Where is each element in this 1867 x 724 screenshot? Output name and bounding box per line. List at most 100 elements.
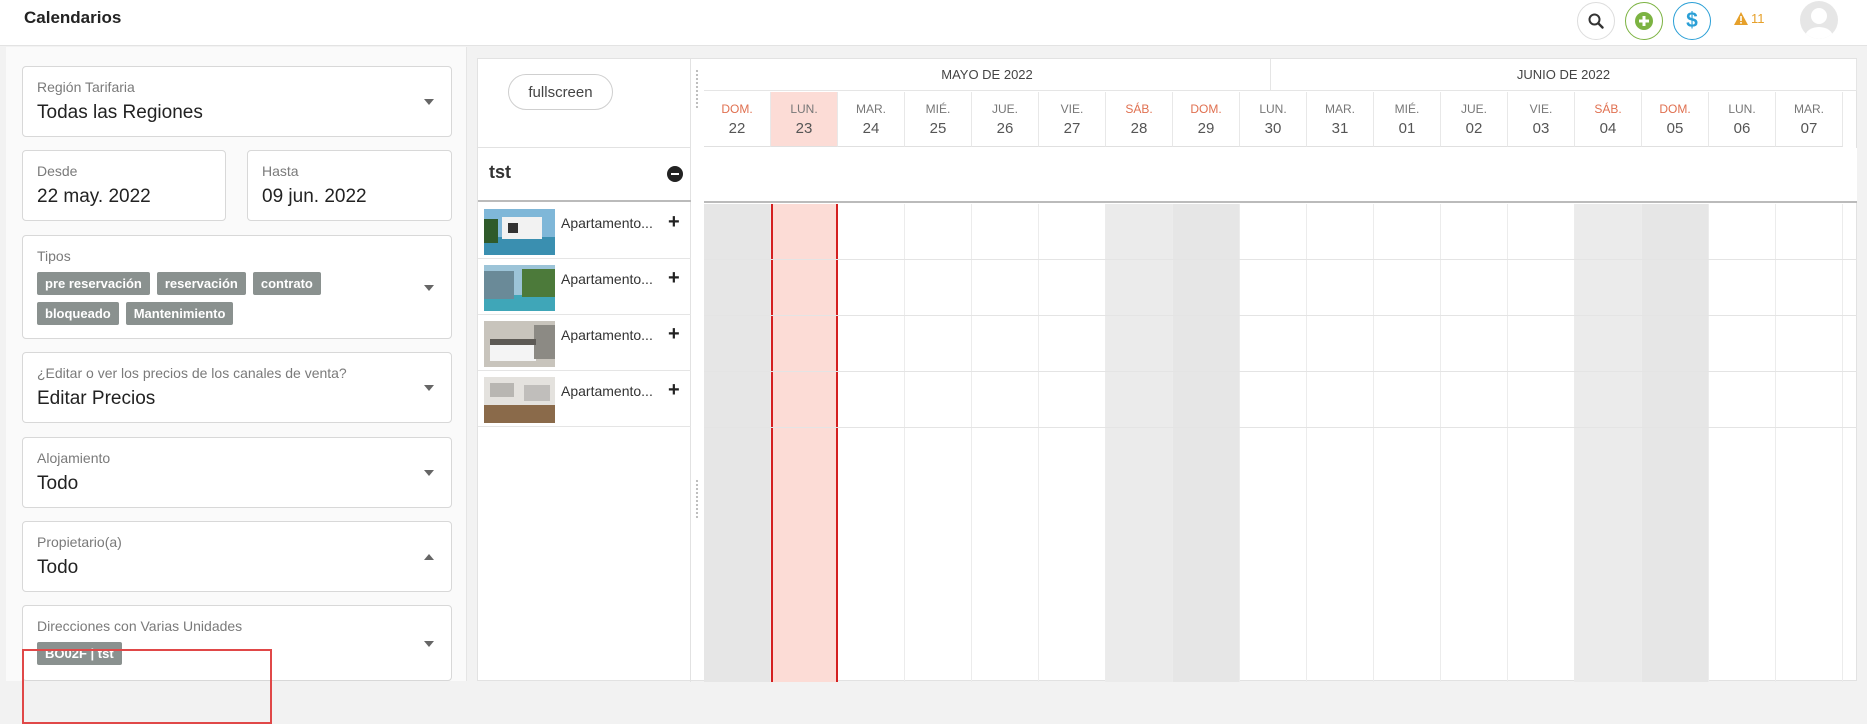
day-header[interactable]: MAR. 24: [838, 92, 905, 147]
day-column[interactable]: [1709, 204, 1776, 682]
plus-icon[interactable]: +: [668, 268, 680, 288]
day-number: 23: [795, 120, 813, 137]
alert-count: 11: [1751, 11, 1765, 26]
alojamiento-label: Alojamiento: [37, 450, 111, 466]
alojamiento-value: Todo: [37, 473, 79, 494]
property-name: Apartamento...: [561, 383, 653, 399]
alojamiento-select[interactable]: Alojamiento Todo: [22, 437, 452, 508]
day-column[interactable]: [1307, 204, 1374, 682]
day-column[interactable]: [1240, 204, 1307, 682]
day-header[interactable]: MIÉ. 01: [1374, 92, 1441, 147]
search-button[interactable]: [1577, 2, 1615, 40]
day-column[interactable]: [1776, 204, 1843, 682]
day-header[interactable]: VIE. 27: [1039, 92, 1106, 147]
add-button[interactable]: [1625, 2, 1663, 40]
day-column[interactable]: [704, 204, 771, 682]
day-name: DOM.: [721, 102, 753, 116]
propietario-select[interactable]: Propietario(a) Todo: [22, 521, 452, 592]
plus-icon[interactable]: +: [668, 380, 680, 400]
property-row[interactable]: Apartamento... +: [478, 315, 691, 371]
resize-handle[interactable]: [695, 69, 700, 109]
plus-icon[interactable]: +: [668, 324, 680, 344]
day-header[interactable]: LUN. 30: [1240, 92, 1307, 147]
search-icon: [1588, 13, 1604, 29]
resize-handle[interactable]: [695, 479, 700, 519]
tag-bloqueado[interactable]: bloqueado: [37, 302, 119, 325]
day-name: SÁB.: [1125, 102, 1153, 116]
hasta-field[interactable]: Hasta 09 jun. 2022: [247, 150, 452, 221]
day-header[interactable]: JUE. 26: [972, 92, 1039, 147]
day-header[interactable]: MAR. 31: [1307, 92, 1374, 147]
day-column[interactable]: [1039, 204, 1106, 682]
day-name: MAR.: [1325, 102, 1355, 116]
precios-select[interactable]: ¿Editar o ver los precios de los canales…: [22, 352, 452, 423]
day-header[interactable]: SÁB. 28: [1106, 92, 1173, 147]
day-name: SÁB.: [1594, 102, 1622, 116]
day-header[interactable]: MAR. 07: [1776, 92, 1843, 147]
alerts-indicator[interactable]: 11: [1734, 11, 1765, 26]
property-name: Apartamento...: [561, 327, 653, 343]
day-number: 05: [1666, 120, 1684, 137]
row-divider: [704, 427, 1857, 428]
avatar[interactable]: [1800, 1, 1838, 39]
pricing-button[interactable]: $: [1673, 2, 1711, 40]
day-column[interactable]: [905, 204, 972, 682]
fullscreen-button[interactable]: fullscreen: [508, 74, 613, 110]
desde-label: Desde: [37, 163, 78, 179]
day-number: 28: [1130, 120, 1148, 137]
chevron-down-icon: [424, 285, 434, 291]
plus-icon[interactable]: +: [668, 212, 680, 232]
day-column[interactable]: [1173, 204, 1240, 682]
day-header[interactable]: LUN. 06: [1709, 92, 1776, 147]
property-thumbnail: [484, 209, 555, 255]
day-header[interactable]: MIÉ. 25: [905, 92, 972, 147]
property-row[interactable]: Apartamento... +: [478, 259, 691, 315]
day-name: JUE.: [991, 102, 1018, 116]
group-row: tst: [478, 147, 691, 202]
highlight-box: [22, 649, 272, 724]
day-name: VIE.: [1060, 102, 1084, 116]
day-header[interactable]: VIE. 03: [1508, 92, 1575, 147]
day-name: JUE.: [1460, 102, 1487, 116]
day-column[interactable]: [1106, 204, 1173, 682]
day-header[interactable]: DOM. 22: [704, 92, 771, 147]
month-header: JUNIO DE 2022: [1271, 59, 1857, 91]
page-title: Calendarios: [24, 8, 122, 27]
precios-label: ¿Editar o ver los precios de los canales…: [37, 365, 347, 381]
day-number: 25: [929, 120, 947, 137]
day-column[interactable]: [972, 204, 1039, 682]
row-divider: [704, 315, 1857, 316]
tag-contrato[interactable]: contrato: [252, 272, 321, 295]
day-column[interactable]: [1441, 204, 1508, 682]
collapse-icon[interactable]: [667, 166, 683, 182]
day-number: 06: [1733, 120, 1751, 137]
tipos-select[interactable]: Tipos pre reservación reservación contra…: [22, 235, 452, 339]
day-number: 01: [1398, 120, 1416, 137]
tag-reservacion[interactable]: reservación: [156, 272, 246, 295]
tag-mantenimiento[interactable]: Mantenimiento: [125, 302, 234, 325]
day-header[interactable]: DOM. 29: [1173, 92, 1240, 147]
day-header[interactable]: SÁB. 04: [1575, 92, 1642, 147]
region-select[interactable]: Región Tarifaria Todas las Regiones: [22, 66, 452, 137]
day-column[interactable]: [838, 204, 905, 682]
user-icon: [1805, 8, 1833, 39]
tipos-tags: pre reservación reservación contrato blo…: [37, 272, 397, 325]
day-header[interactable]: DOM. 05: [1642, 92, 1709, 147]
region-value: Todas las Regiones: [37, 102, 203, 123]
desde-field[interactable]: Desde 22 may. 2022: [22, 150, 226, 221]
day-column[interactable]: [1374, 204, 1441, 682]
today-column[interactable]: [771, 204, 838, 682]
day-column[interactable]: [1508, 204, 1575, 682]
day-header[interactable]: LUN. 23: [771, 92, 838, 147]
plus-icon: [1635, 12, 1653, 30]
tag-pre-reservacion[interactable]: pre reservación: [37, 272, 150, 295]
day-column[interactable]: [1642, 204, 1709, 682]
dollar-icon: $: [1686, 9, 1698, 32]
property-row[interactable]: Apartamento... +: [478, 371, 691, 427]
day-column[interactable]: [1575, 204, 1642, 682]
day-number: 26: [996, 120, 1014, 137]
property-row[interactable]: Apartamento... +: [478, 203, 691, 259]
top-bar: Calendarios $ 11: [0, 0, 1867, 46]
day-header[interactable]: JUE. 02: [1441, 92, 1508, 147]
day-name: MAR.: [856, 102, 886, 116]
